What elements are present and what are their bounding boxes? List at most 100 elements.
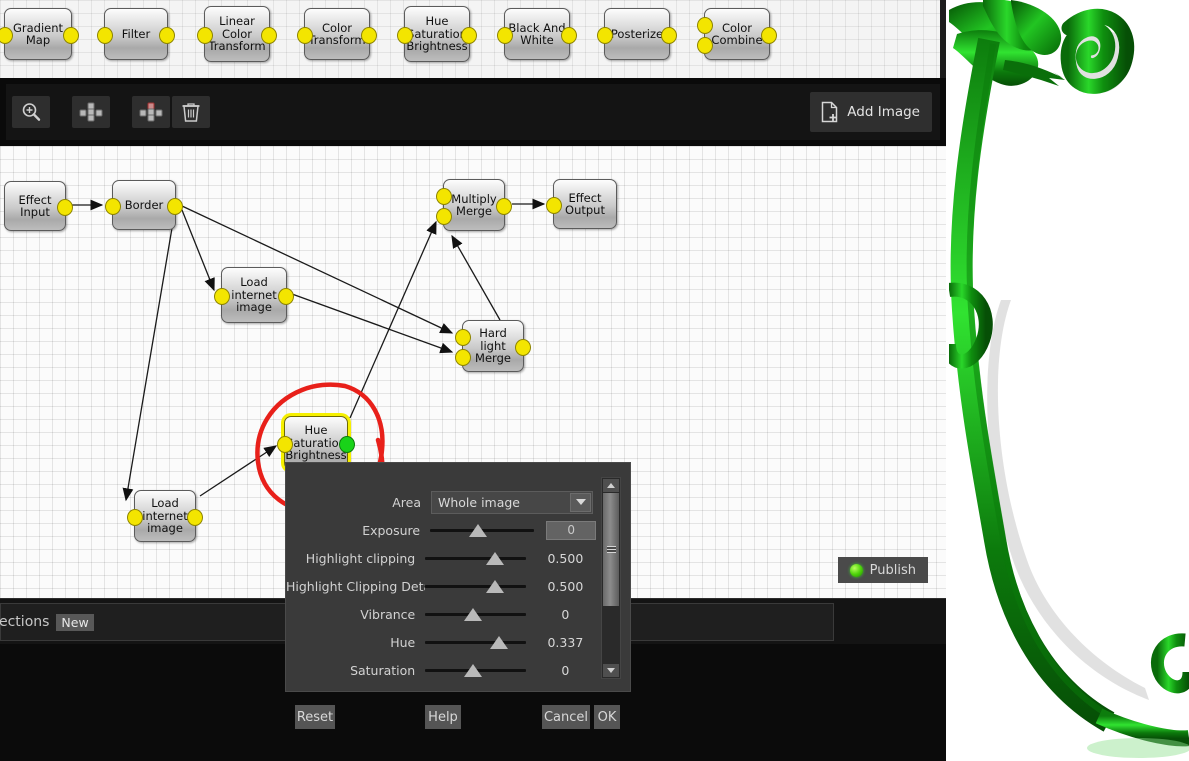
- area-label: Area: [392, 494, 421, 510]
- slider-bar: [425, 640, 526, 644]
- graph-multiply-merge-node[interactable]: Multiply Merge: [436, 179, 512, 231]
- node-output-port[interactable]: [339, 436, 355, 453]
- node-input-port[interactable]: [455, 349, 471, 366]
- collapse-graph-icon: [139, 102, 163, 122]
- slider-value: 0: [561, 662, 570, 678]
- node-input-port[interactable]: [397, 27, 413, 44]
- slider-track[interactable]: [425, 577, 526, 595]
- node-input-port[interactable]: [105, 198, 121, 215]
- slider-row: Highlight Clipping Detail 0.500: [286, 575, 596, 597]
- slider-label: Hue: [390, 634, 416, 650]
- delete-button[interactable]: [172, 96, 210, 128]
- palette-posterize-node[interactable]: Posterize: [597, 8, 677, 60]
- palette-black-and-white-node[interactable]: Black And White: [497, 8, 577, 60]
- slider-label: Exposure: [362, 522, 421, 538]
- node-input-port[interactable]: [214, 288, 230, 305]
- node-label: Gradient Map: [12, 20, 64, 47]
- node-input-port[interactable]: [697, 37, 713, 54]
- slider-thumb[interactable]: [469, 524, 488, 537]
- application-window: Gradient Map Filter Linear Color Transform…: [0, 0, 946, 761]
- slider-track[interactable]: [425, 605, 526, 623]
- slider-label: Highlight clipping: [305, 550, 416, 566]
- node-output-port[interactable]: [496, 198, 512, 215]
- new-collection-button[interactable]: New: [56, 613, 94, 631]
- collapse-graph-button[interactable]: [132, 96, 170, 128]
- node-label: Posterize: [610, 26, 664, 41]
- node-output-port[interactable]: [63, 27, 79, 44]
- node-input-port[interactable]: [127, 509, 143, 526]
- scroll-down-button[interactable]: [603, 664, 619, 677]
- graph-load-internet-image-node[interactable]: Load internet image: [127, 490, 203, 542]
- node-input-port[interactable]: [497, 27, 513, 44]
- node-label: Load internet image: [231, 275, 277, 315]
- node-output-port[interactable]: [515, 339, 531, 356]
- slider-row: Highlight clipping 0.500: [286, 547, 596, 569]
- graph-load-internet-image-node[interactable]: Load internet image: [214, 267, 294, 323]
- add-image-button[interactable]: Add Image: [810, 92, 932, 132]
- node-output-port[interactable]: [167, 198, 183, 215]
- graph-effect-input-node[interactable]: Effect Input: [4, 181, 73, 231]
- slider-row: Saturation 0: [286, 659, 596, 681]
- node-output-port[interactable]: [159, 27, 175, 44]
- chevron-down-icon[interactable]: [570, 492, 591, 512]
- dialog-scrollbar[interactable]: [601, 477, 621, 679]
- node-output-port[interactable]: [361, 27, 377, 44]
- slider-value: 0: [561, 606, 570, 622]
- node-input-port[interactable]: [436, 188, 452, 205]
- node-output-port[interactable]: [761, 27, 777, 44]
- palette-gradient-map-node[interactable]: Gradient Map: [0, 8, 79, 60]
- node-output-port[interactable]: [461, 27, 477, 44]
- graph-hard-light-merge-node[interactable]: Hard light Merge: [455, 320, 531, 372]
- node-label: Effect Output: [565, 190, 605, 217]
- node-input-port[interactable]: [597, 27, 613, 44]
- node-output-port[interactable]: [561, 27, 577, 44]
- zoom-tool-button[interactable]: [12, 96, 50, 128]
- node-input-port[interactable]: [277, 436, 293, 453]
- area-value: Whole image: [438, 494, 521, 510]
- slider-thumb[interactable]: [486, 552, 505, 565]
- node-output-port[interactable]: [661, 27, 677, 44]
- slider-row: Exposure 0: [286, 519, 596, 541]
- node-input-port[interactable]: [297, 27, 313, 44]
- palette-linear-color-transform-node[interactable]: Linear Color Transform: [197, 6, 277, 62]
- palette-color-transform-node[interactable]: Color Transform: [297, 8, 377, 60]
- node-input-port[interactable]: [697, 17, 713, 34]
- help-button[interactable]: Help: [425, 705, 461, 729]
- slider-thumb[interactable]: [464, 608, 483, 621]
- slider-track[interactable]: [425, 661, 526, 679]
- graph-toolbar: Add Image: [0, 78, 946, 146]
- palette-hue-saturation-brightness-node[interactable]: Hue Saturation Brightness: [397, 6, 477, 62]
- slider-track[interactable]: [430, 521, 535, 539]
- collections-label: ections: [0, 614, 50, 630]
- reset-button[interactable]: Reset: [295, 705, 335, 729]
- slider-track[interactable]: [425, 633, 526, 651]
- slider-thumb[interactable]: [490, 636, 509, 649]
- node-output-port[interactable]: [187, 509, 203, 526]
- node-palette: Gradient Map Filter Linear Color Transform…: [0, 0, 940, 80]
- area-select[interactable]: Whole image: [431, 490, 593, 514]
- expand-graph-button[interactable]: [72, 96, 110, 128]
- graph-border-node[interactable]: Border: [105, 180, 183, 230]
- graph-effect-output-node[interactable]: Effect Output: [546, 179, 617, 229]
- publish-button[interactable]: Publish: [837, 557, 928, 583]
- node-output-port[interactable]: [278, 288, 294, 305]
- cancel-button[interactable]: Cancel: [542, 705, 590, 729]
- slider-track[interactable]: [425, 549, 526, 567]
- node-input-port[interactable]: [97, 27, 113, 44]
- palette-filter-node[interactable]: Filter: [97, 8, 175, 60]
- background-ribbon-image: [949, 0, 1189, 761]
- node-input-port[interactable]: [455, 329, 471, 346]
- scrollbar-thumb[interactable]: [603, 493, 619, 606]
- palette-color-combine-node[interactable]: Color Combine: [697, 8, 777, 60]
- slider-thumb[interactable]: [486, 580, 505, 593]
- node-input-port[interactable]: [546, 197, 562, 214]
- scroll-up-button[interactable]: [603, 479, 619, 492]
- node-input-port[interactable]: [436, 208, 452, 225]
- slider-thumb[interactable]: [464, 664, 483, 677]
- node-output-port[interactable]: [261, 27, 277, 44]
- ok-button[interactable]: OK: [594, 705, 620, 729]
- screen-root: Gradient Map Filter Linear Color Transform…: [0, 0, 1189, 761]
- node-output-port[interactable]: [57, 199, 73, 216]
- slider-value-input[interactable]: 0: [546, 520, 596, 540]
- node-input-port[interactable]: [197, 27, 213, 44]
